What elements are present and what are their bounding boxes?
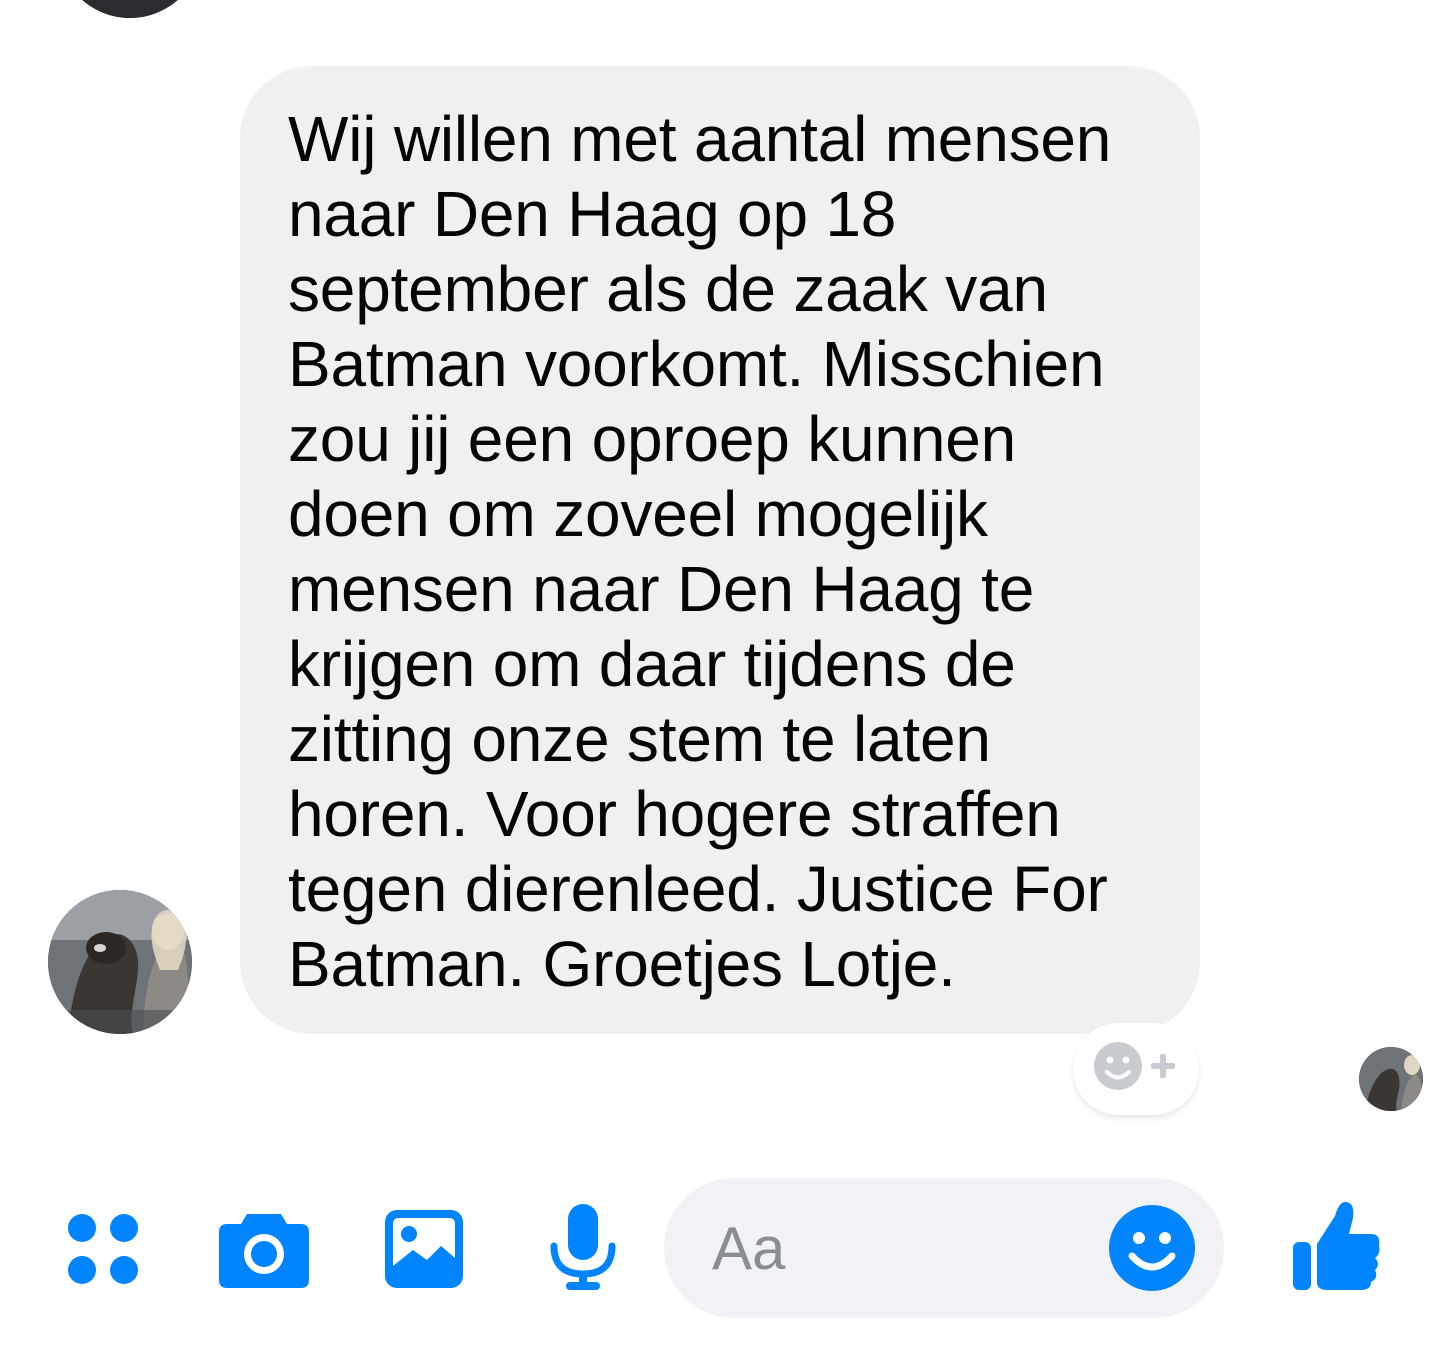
message-bubble[interactable]: Wij willen met aantal mensen naar Den Ha… xyxy=(240,66,1200,1034)
messenger-conversation: Wij willen met aantal mensen naar Den Ha… xyxy=(0,0,1440,1352)
more-actions-button[interactable] xyxy=(62,1208,146,1292)
gallery-button[interactable] xyxy=(383,1206,465,1290)
add-reaction-icon xyxy=(1094,1042,1175,1090)
thumbs-up-icon xyxy=(1293,1202,1380,1290)
camera-button[interactable] xyxy=(217,1206,311,1290)
avatar-photo-icon xyxy=(58,0,202,18)
four-dots-icon xyxy=(68,1214,138,1284)
like-button[interactable] xyxy=(1287,1196,1383,1292)
emoji-button[interactable] xyxy=(1108,1204,1196,1292)
add-reaction-button[interactable] xyxy=(1073,1023,1199,1115)
avatar-photo-icon xyxy=(48,890,192,1034)
voice-message-button[interactable] xyxy=(548,1200,618,1292)
sender-avatar-previous[interactable] xyxy=(58,0,202,18)
sender-avatar[interactable] xyxy=(48,890,192,1034)
gallery-icon xyxy=(385,1210,463,1288)
message-text: Wij willen met aantal mensen naar Den Ha… xyxy=(288,103,1112,1000)
message-input[interactable] xyxy=(712,1178,1092,1318)
camera-icon xyxy=(219,1214,309,1288)
seen-avatar-icon xyxy=(1359,1047,1423,1111)
message-input-container[interactable] xyxy=(664,1178,1224,1318)
smiley-icon xyxy=(1109,1205,1195,1291)
microphone-icon xyxy=(550,1204,616,1290)
seen-avatar xyxy=(1359,1047,1423,1111)
